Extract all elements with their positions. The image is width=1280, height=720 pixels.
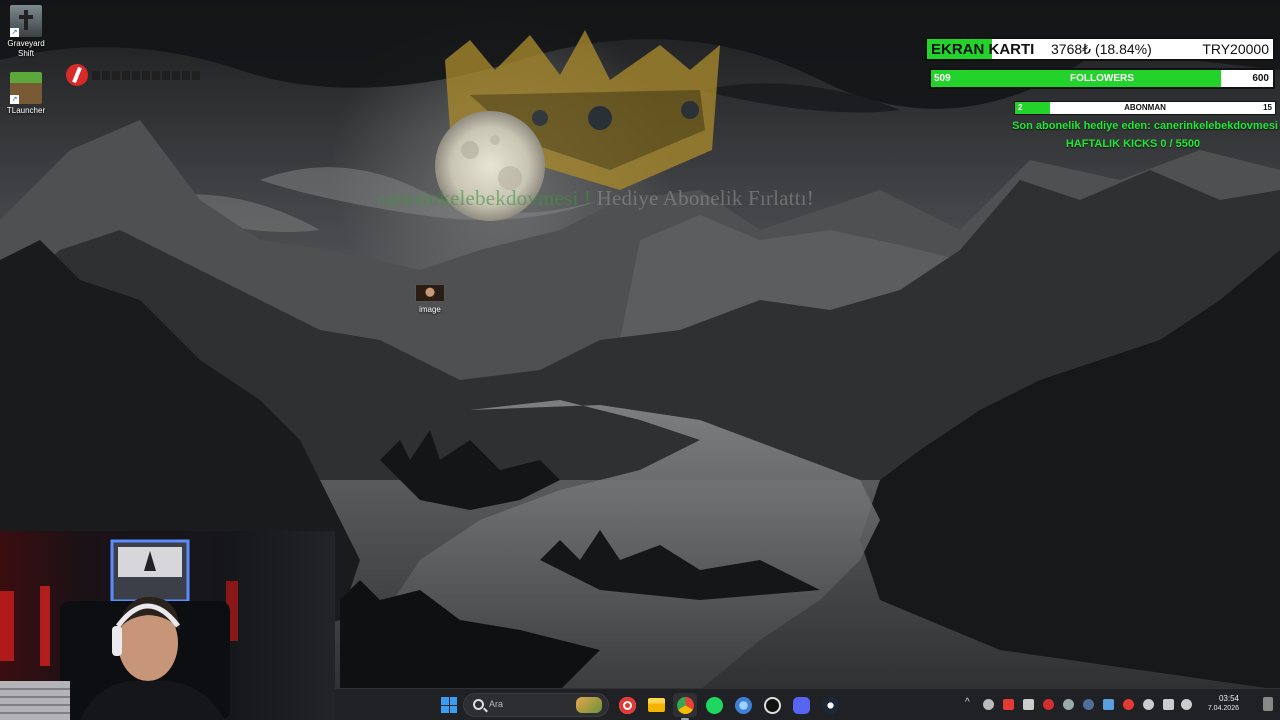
shortcut-arrow-icon: ↗ xyxy=(10,28,19,37)
subscriber-goal-count: 15 xyxy=(1263,103,1272,112)
subscriber-current-count: 2 xyxy=(1018,103,1023,112)
clock-date: 7.04.2026 xyxy=(1207,705,1239,712)
subscriber-goal-label: ABONMAN xyxy=(1124,103,1166,112)
brand-wordmark xyxy=(92,71,200,80)
app-tray-icon[interactable] xyxy=(1023,699,1034,710)
taskbar-app-chrome[interactable] xyxy=(673,693,697,720)
taskbar-app-discord[interactable] xyxy=(789,693,813,717)
app-tray-icon[interactable] xyxy=(1063,699,1074,710)
alert-separator: ! xyxy=(583,186,592,210)
tlauncher-icon: ↗ xyxy=(10,72,42,104)
streamer-brand-logo xyxy=(66,62,206,90)
taskbar-app-steam[interactable] xyxy=(818,693,842,717)
app-tray-icon[interactable] xyxy=(1003,699,1014,710)
volume-icon[interactable] xyxy=(983,699,994,710)
taskbar-search-box[interactable]: Ara xyxy=(463,693,609,717)
gift-sub-alert: canerinkelebekdovmesi ! Hediye Abonelik … xyxy=(0,186,1190,211)
start-button[interactable] xyxy=(437,693,461,717)
donation-goal-progress: 3768₺ (18.84%) xyxy=(1051,41,1152,57)
taskbar-app-youtube-music[interactable] xyxy=(615,693,639,717)
followers-current-count: 509 xyxy=(934,73,951,84)
search-highlight-icon xyxy=(576,697,602,713)
system-tray: ^ 03:54 7.04.2026 xyxy=(965,689,1280,720)
graveyard-shift-icon: ↗ xyxy=(10,5,42,37)
file-explorer-icon xyxy=(647,698,665,712)
donation-goal-widget: EKRAN KARTI 3768₺ (18.84%) TRY20000 xyxy=(925,37,1275,61)
steam-icon xyxy=(821,696,839,714)
last-gift-sub-text: Son abonelik hediye eden: canerinkelebek… xyxy=(1012,120,1278,132)
app-tray-icon[interactable] xyxy=(1103,699,1114,710)
weekly-kicks-text: HAFTALIK KICKS 0 / 5500 xyxy=(1065,138,1201,150)
steam-tray-icon[interactable] xyxy=(1083,699,1094,710)
search-icon xyxy=(473,699,484,710)
desktop-icon-label: Graveyard xyxy=(7,39,45,48)
donation-goal-name: EKRAN KARTI xyxy=(931,41,1035,58)
search-placeholder: Ara xyxy=(489,699,504,709)
taskbar-app-file-explorer[interactable] xyxy=(644,693,668,717)
donation-goal-target: TRY20000 xyxy=(1202,41,1269,57)
desktop-icon-graveyard-shift[interactable]: ↗ Graveyard Shift xyxy=(0,5,52,59)
spotify-icon xyxy=(705,696,723,714)
microphone-icon[interactable] xyxy=(1143,699,1154,710)
windows-taskbar: Ara ^ 03:54 7.04.2026 xyxy=(335,688,1280,720)
windows-start-icon xyxy=(441,697,457,713)
shortcut-arrow-icon: ↗ xyxy=(10,95,19,104)
desktop-icon-tlauncher[interactable]: ↗ TLauncher xyxy=(0,72,52,116)
speaker-icon[interactable] xyxy=(1181,699,1192,710)
chrome-icon xyxy=(676,696,694,714)
discord-icon xyxy=(792,696,810,714)
desktop-icon-image-file[interactable]: image xyxy=(412,284,448,314)
alert-message: Hediye Abonelik Fırlattı! xyxy=(596,186,814,210)
followers-goal-label: FOLLOWERS xyxy=(1070,73,1134,84)
desktop-icon-label: TLauncher xyxy=(6,106,46,115)
followers-goal-widget: FOLLOWERS 509 600 xyxy=(929,68,1275,89)
snipping-tool-icon xyxy=(734,696,752,714)
notification-icon[interactable] xyxy=(1263,697,1273,711)
image-thumbnail-icon xyxy=(415,284,445,302)
taskbar-clock[interactable]: 03:54 7.04.2026 xyxy=(1208,694,1239,714)
webcam-overlay xyxy=(0,531,335,720)
brand-logo-icon xyxy=(66,64,88,86)
subscriber-goal-widget: ABONMAN 2 15 xyxy=(1014,101,1276,115)
app-tray-icon[interactable] xyxy=(1043,699,1054,710)
taskbar-app-spotify[interactable] xyxy=(702,693,726,717)
alert-username: canerinkelebekdovmesi xyxy=(376,186,579,210)
desktop-icon-label: image xyxy=(419,305,441,314)
network-icon[interactable] xyxy=(1163,699,1174,710)
taskbar-app-snipping-tool[interactable] xyxy=(731,693,755,717)
github-desktop-icon xyxy=(763,696,781,714)
followers-goal-count: 600 xyxy=(1252,73,1269,84)
clock-time: 03:54 xyxy=(1218,694,1239,703)
record-tray-icon[interactable] xyxy=(1123,699,1134,710)
taskbar-app-github[interactable] xyxy=(760,693,784,717)
tray-overflow-chevron-icon[interactable]: ^ xyxy=(965,697,970,708)
youtube-music-icon xyxy=(618,696,636,714)
desktop-icon-label: Shift xyxy=(17,49,34,58)
